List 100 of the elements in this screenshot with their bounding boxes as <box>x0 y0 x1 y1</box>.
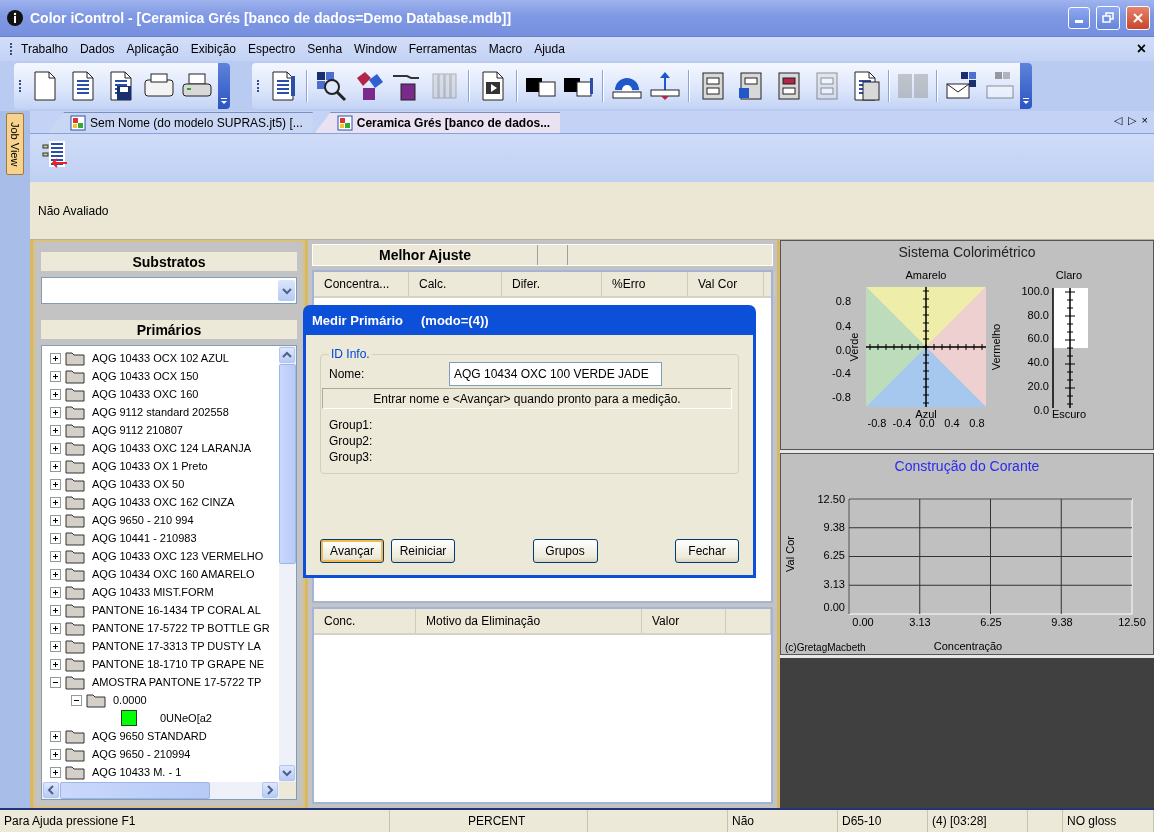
tree-item[interactable]: PANTONE 17-5722 TP BOTTLE GR <box>92 622 270 634</box>
tree-item[interactable]: 0UNeO[a2 <box>160 712 212 724</box>
document-tab[interactable]: Ceramica Grés [banco de dados... <box>314 112 561 133</box>
tree-item[interactable]: AQG 10433 OXC 123 VERMELHO <box>92 550 264 562</box>
menu-item[interactable]: Senha <box>301 42 349 56</box>
tick-label: 80.0 <box>1027 309 1049 321</box>
chart-title: Construção do Corante <box>894 458 1040 474</box>
tree-item[interactable]: PANTONE 16-1434 TP CORAL AL <box>92 604 261 616</box>
job-view-tab[interactable]: Job View <box>6 113 24 175</box>
plus-icon <box>52 750 59 758</box>
scroll-thumb[interactable] <box>60 782 210 799</box>
dialog-button[interactable]: Avançar <box>320 539 384 563</box>
column-header[interactable]: Calc. <box>409 272 502 296</box>
close-button[interactable] <box>1126 6 1150 30</box>
expand-button[interactable] <box>50 550 61 562</box>
tree-item[interactable]: AQG 10433 OXC 160 <box>92 388 199 400</box>
menu-item[interactable]: Window <box>348 42 403 56</box>
dialog-button[interactable]: Grupos <box>532 539 598 563</box>
tree-item[interactable]: AQG 10433 MIST.FORM <box>92 586 214 598</box>
tick-label: 0.4 <box>944 417 960 429</box>
folder-icon <box>86 692 106 708</box>
tree-item[interactable]: 0.0000 <box>113 694 147 706</box>
expand-button[interactable] <box>50 748 61 760</box>
menu-item[interactable]: Aplicação <box>120 42 185 56</box>
horizontal-scrollbar[interactable] <box>42 782 279 799</box>
expand-button[interactable] <box>50 460 61 472</box>
tab-control[interactable]: × <box>1141 114 1148 127</box>
tree-item[interactable]: AQG 10433 OX 50 <box>92 478 185 490</box>
dialog-button[interactable]: Reiniciar <box>391 539 455 563</box>
tree-item[interactable]: AQG 10434 OXC 160 AMARELO <box>92 568 255 580</box>
field-label: Group1: <box>329 417 374 433</box>
restore-button[interactable] <box>1096 6 1120 30</box>
menu-item[interactable]: Espectro <box>242 42 302 56</box>
document-tab[interactable]: Sem Nome (do modelo SUPRAS.jt5) [... <box>48 112 313 133</box>
tree-item[interactable]: AQG 10433 OCX 150 <box>92 370 199 382</box>
tab-control[interactable]: ◁ <box>1113 114 1122 127</box>
minimize-button[interactable] <box>1068 7 1090 29</box>
expand-button[interactable] <box>50 388 61 400</box>
vertical-scrollbar[interactable] <box>279 346 296 782</box>
tab-control[interactable]: ▷ <box>1127 114 1136 127</box>
expand-button[interactable] <box>50 352 61 364</box>
tree-item[interactable]: AQG 9650 - 210994 <box>92 748 191 760</box>
name-input-field[interactable]: AQG 10434 OXC 100 VERDE JADE <box>449 362 662 386</box>
expand-button[interactable] <box>50 478 61 490</box>
column-header[interactable]: %Erro <box>602 272 688 296</box>
column-header[interactable]: Val Cor <box>688 272 764 296</box>
status-bar-text: Para Ajuda pressione F1 <box>4 814 136 828</box>
axis-label: Val Cor <box>784 536 796 572</box>
expand-button[interactable] <box>50 424 61 436</box>
tree-item[interactable]: AQG 9650 - 210 994 <box>92 514 194 526</box>
expand-button[interactable] <box>50 586 61 598</box>
chevron-left-icon <box>45 784 57 796</box>
tree-item[interactable]: AQG 10433 OXC 162 CINZA <box>92 496 235 508</box>
tree-item[interactable]: AQG 10441 - 210983 <box>92 532 197 544</box>
expand-button[interactable] <box>50 406 61 418</box>
menu-item[interactable]: Ajuda <box>528 42 571 56</box>
collapse-button[interactable] <box>50 676 61 688</box>
toolbar-overflow-button[interactable] <box>218 63 230 109</box>
menu-item[interactable]: Exibição <box>184 42 242 56</box>
tree-item[interactable]: AQG 10433 OCX 102 AZUL <box>92 352 229 364</box>
expand-button[interactable] <box>50 442 61 454</box>
scroll-thumb[interactable] <box>279 364 296 564</box>
expand-button[interactable] <box>50 514 61 526</box>
expand-button[interactable] <box>50 766 61 778</box>
column-header[interactable]: Valor <box>642 608 726 633</box>
tree-item[interactable]: PANTONE 17-3313 TP DUSTY LA <box>92 640 261 652</box>
expand-button[interactable] <box>50 640 61 652</box>
tree-item[interactable]: AQG 9650 STANDARD <box>92 730 207 742</box>
substrate-dropdown[interactable] <box>41 277 297 304</box>
tree-item[interactable]: AQG 10433 M. - 1 <box>92 766 182 778</box>
collapse-button[interactable] <box>71 694 82 706</box>
menu-item[interactable]: Macro <box>482 42 529 56</box>
dialog-button[interactable]: Fechar <box>675 539 739 563</box>
column-header[interactable]: Motivo da Eliminação <box>416 608 642 633</box>
tick-label: 12.50 <box>1118 616 1146 628</box>
expand-button[interactable] <box>50 730 61 742</box>
status-bar-text: PERCENT <box>468 814 526 828</box>
expand-button[interactable] <box>50 622 61 634</box>
close-document-button[interactable]: × <box>1136 40 1146 58</box>
tree-item[interactable]: AQG 9112 standard 202558 <box>92 406 229 418</box>
expand-button[interactable] <box>50 370 61 382</box>
tree-item[interactable]: AQG 10433 OX 1 Preto <box>92 460 208 472</box>
status-bar-text: (4) [03:28] <box>932 814 987 828</box>
expand-button[interactable] <box>50 658 61 670</box>
menu-item[interactable]: Trabalho <box>15 42 74 56</box>
expand-button[interactable] <box>50 532 61 544</box>
menu-item[interactable]: Ferramentas <box>402 42 483 56</box>
menu-item[interactable]: Dados <box>73 42 121 56</box>
tree-item[interactable]: AQG 9112 210807 <box>92 424 183 436</box>
expand-button[interactable] <box>50 604 61 616</box>
column-header[interactable]: Difer. <box>502 272 602 296</box>
expand-button[interactable] <box>50 568 61 580</box>
tree-item[interactable]: AQG 10433 OXC 124 LARANJA <box>92 442 251 454</box>
plus-icon <box>52 426 59 434</box>
column-header[interactable]: Conc. <box>314 608 416 633</box>
tree-item[interactable]: PANTONE 18-1710 TP GRAPE NE <box>92 658 265 670</box>
column-header[interactable]: Concentra... <box>314 272 409 296</box>
expand-button[interactable] <box>50 496 61 508</box>
tree-item[interactable]: AMOSTRA PANTONE 17-5722 TP <box>92 676 262 688</box>
toolbar-overflow-button[interactable] <box>1020 63 1032 109</box>
